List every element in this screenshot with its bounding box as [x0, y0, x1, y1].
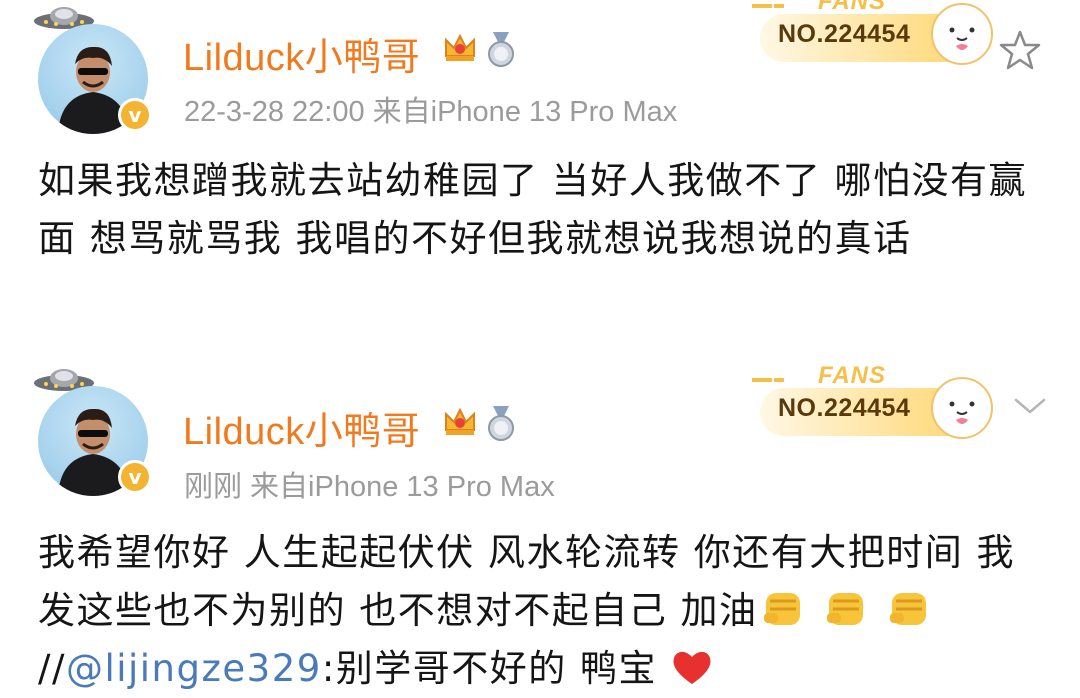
fans-number: NO.224454	[778, 20, 911, 48]
verified-badge-icon: v	[118, 98, 152, 132]
heart-emoji-icon	[673, 651, 711, 684]
avatar-wrap[interactable]: v	[30, 369, 170, 510]
post-meta: 22-3-28 22:00 来自iPhone 13 Pro Max	[184, 96, 678, 128]
crown-icon	[445, 33, 475, 61]
fist-emoji-icon	[763, 593, 800, 625]
repost-text: :别学哥不好的 鸭宝	[321, 647, 658, 690]
repost-prefix: //	[38, 647, 66, 690]
post-text: 如果我想蹭我就去站幼稚园了 当好人我做不了 哪怕没有赢面 想骂就骂我 我唱的不好…	[38, 159, 1028, 260]
crown-icon	[445, 407, 475, 435]
medal-icon	[488, 32, 514, 67]
fans-badge[interactable]: FANS NO.224454	[752, 0, 1012, 80]
chevron-down-icon[interactable]	[1012, 394, 1048, 418]
fist-emoji-icon	[826, 593, 863, 625]
fans-label: FANS	[818, 362, 887, 389]
fans-label: FANS	[818, 0, 887, 15]
fans-badge[interactable]: FANS NO.224454	[752, 362, 1012, 454]
medal-icon	[488, 406, 514, 441]
verified-badge-icon: v	[118, 460, 152, 494]
fist-emoji-icon	[890, 593, 927, 625]
fans-number: NO.224454	[778, 394, 911, 422]
mention-link[interactable]: @lijingze329	[66, 647, 322, 690]
star-icon[interactable]	[998, 28, 1042, 72]
username[interactable]: Lilduck小鸭哥	[183, 26, 420, 81]
post-text: 我希望你好 人生起起伏伏 风水轮流转 你还有大把时间 我发这些也不为别的 也不想…	[38, 524, 1048, 698]
username[interactable]: Lilduck小鸭哥	[183, 400, 420, 455]
post-meta: 刚刚 来自iPhone 13 Pro Max	[184, 471, 555, 503]
avatar-wrap[interactable]: v	[30, 7, 170, 148]
